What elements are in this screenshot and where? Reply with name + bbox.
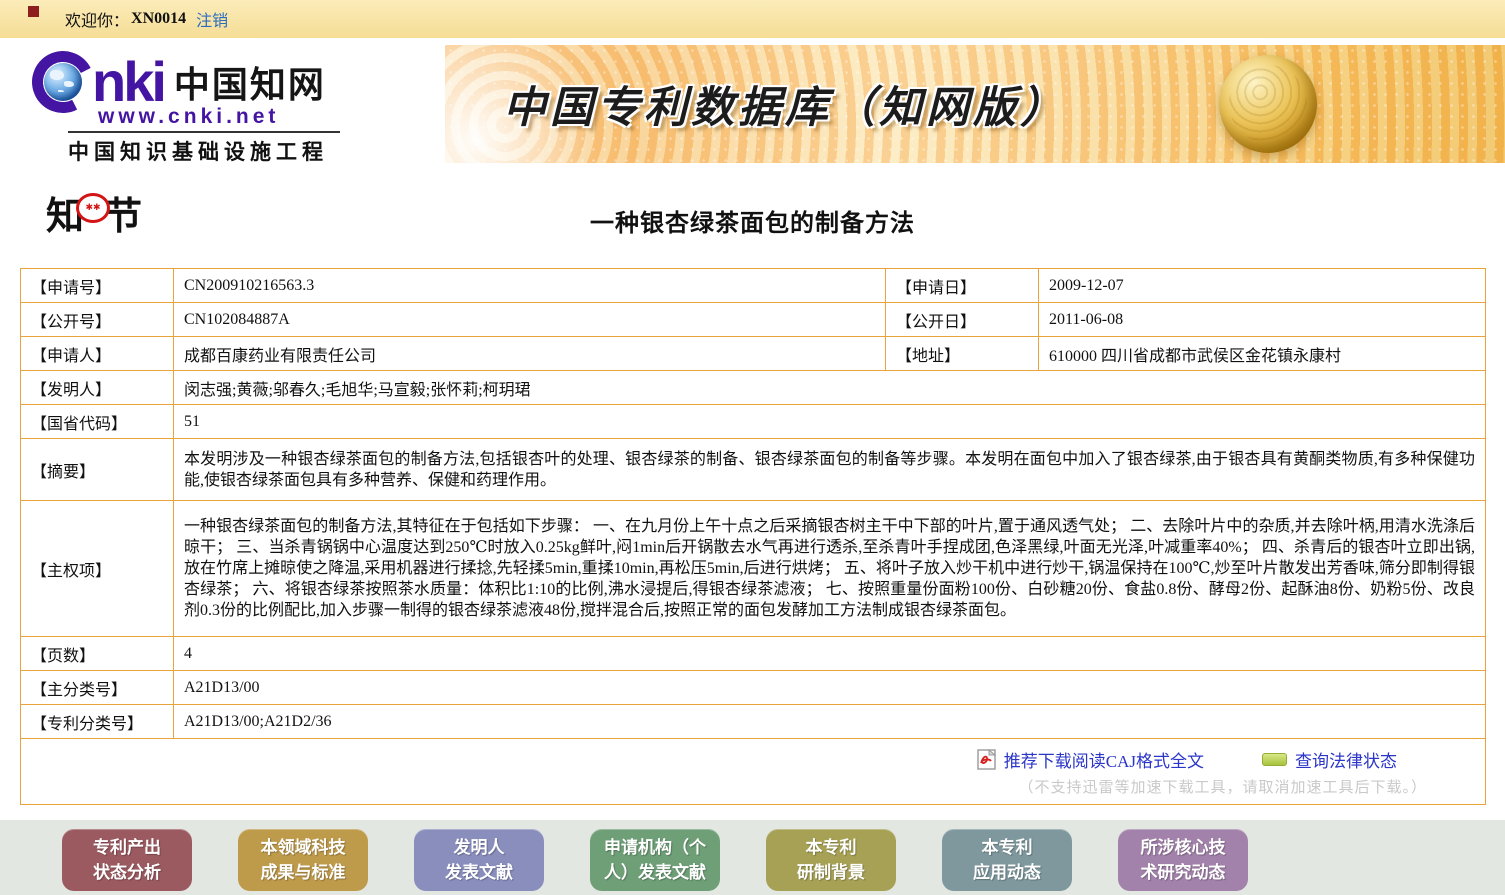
field-value-address: 610000 四川省成都市武侯区金花镇永康村 — [1039, 337, 1486, 371]
knowledge-node-logo[interactable]: 知 ✱✱ 节 — [46, 185, 142, 240]
legal-status-link[interactable]: 查询法律状态 — [1262, 747, 1397, 772]
logo-divider — [68, 131, 340, 133]
banner-art: 中国专利数据库（知网版） — [445, 45, 1505, 163]
field-value-province-code: 51 — [174, 405, 1486, 439]
table-row: 【公开号】 CN102084887A 【公开日】 2011-06-08 — [21, 303, 1486, 337]
field-achievements-standards-button[interactable]: 本领域科技 成果与标准 — [238, 829, 368, 891]
logout-link[interactable]: 注销 — [196, 7, 228, 31]
field-value-pages: 4 — [174, 637, 1486, 671]
table-row: 【主权项】 一种银杏绿茶面包的制备方法,其特征在于包括如下步骤： 一、在九月份上… — [21, 501, 1486, 637]
field-label-application-number: 【申请号】 — [21, 269, 174, 303]
welcome-bar: 欢迎你： XN0014 注销 — [0, 0, 1505, 38]
field-value-application-date: 2009-12-07 — [1039, 269, 1486, 303]
field-label-main-claim: 【主权项】 — [21, 501, 174, 637]
title-row: 知 ✱✱ 节 一种银杏绿茶面包的制备方法 — [0, 163, 1505, 268]
table-row: 【页数】 4 — [21, 637, 1486, 671]
field-value-abstract: 本发明涉及一种银杏绿茶面包的制备方法,包括银杏叶的处理、银杏绿茶的制备、银杏绿茶… — [174, 439, 1486, 501]
table-row: 【申请人】 成都百康药业有限责任公司 【地址】 610000 四川省成都市武侯区… — [21, 337, 1486, 371]
download-caj-link[interactable]: 推荐下载阅读CAJ格式全文 — [977, 747, 1204, 772]
username: XN0014 — [131, 10, 186, 28]
field-value-patent-classification: A21D13/00;A21D2/36 — [174, 705, 1486, 739]
database-banner-title: 中国专利数据库（知网版） — [503, 73, 1067, 135]
legal-status-icon — [1262, 753, 1287, 766]
pdf-file-icon — [977, 749, 996, 770]
cnki-cn-name: 中国知网 — [174, 56, 326, 108]
table-row: 【摘要】 本发明涉及一种银杏绿茶面包的制备方法,包括银杏叶的处理、银杏绿茶的制备… — [21, 439, 1486, 501]
page-title: 一种银杏绿茶面包的制备方法 — [0, 163, 1505, 238]
applicant-publications-button[interactable]: 申请机构（个 人）发表文献 — [590, 829, 720, 891]
field-label-publication-date: 【公开日】 — [886, 303, 1039, 337]
field-value-application-number: CN200910216563.3 — [174, 269, 886, 303]
table-row: 【发明人】 闵志强;黄薇;邬春久;毛旭华;马宣毅;张怀莉;柯玥珺 — [21, 371, 1486, 405]
core-technology-research-button[interactable]: 所涉核心技 术研究动态 — [1118, 829, 1248, 891]
download-note: （不支持迅雷等加速下载工具，请取消加速工具后下载。） — [31, 776, 1475, 797]
cnki-globe-icon — [32, 51, 94, 113]
field-label-application-date: 【申请日】 — [886, 269, 1039, 303]
field-label-inventors: 【发明人】 — [21, 371, 174, 405]
inventor-publications-button[interactable]: 发明人 发表文献 — [414, 829, 544, 891]
field-value-publication-number: CN102084887A — [174, 303, 886, 337]
cnki-brand-text: nki — [92, 54, 164, 110]
field-label-address: 【地址】 — [886, 337, 1039, 371]
field-value-publication-date: 2011-06-08 — [1039, 303, 1486, 337]
corner-marker-icon — [28, 6, 39, 17]
field-label-patent-classification: 【专利分类号】 — [21, 705, 174, 739]
patent-detail-table: 【申请号】 CN200910216563.3 【申请日】 2009-12-07 … — [20, 268, 1486, 805]
table-row: 【主分类号】 A21D13/00 — [21, 671, 1486, 705]
patent-development-background-button[interactable]: 本专利 研制背景 — [766, 829, 896, 891]
table-row: 【专利分类号】 A21D13/00;A21D2/36 — [21, 705, 1486, 739]
field-label-pages: 【页数】 — [21, 637, 174, 671]
links-cell: 推荐下载阅读CAJ格式全文 查询法律状态 （不支持迅雷等加速下载工具，请取消加速… — [21, 739, 1486, 805]
red-seal-icon: ✱✱ — [76, 193, 110, 223]
field-label-applicant: 【申请人】 — [21, 337, 174, 371]
field-label-province-code: 【国省代码】 — [21, 405, 174, 439]
legal-status-label: 查询法律状态 — [1295, 747, 1397, 772]
download-caj-label: 推荐下载阅读CAJ格式全文 — [1004, 747, 1204, 772]
field-label-main-classification: 【主分类号】 — [21, 671, 174, 705]
field-value-applicant: 成都百康药业有限责任公司 — [174, 337, 886, 371]
cnki-subtitle: 中国知识基础设施工程 — [68, 136, 445, 166]
table-row-links: 推荐下载阅读CAJ格式全文 查询法律状态 （不支持迅雷等加速下载工具，请取消加速… — [21, 739, 1486, 805]
node-char-2: 节 — [104, 185, 142, 240]
field-value-main-classification: A21D13/00 — [174, 671, 1486, 705]
banner: nki 中国知网 www.cnki.net 中国知识基础设施工程 中国专利数据库… — [0, 45, 1505, 163]
cnki-url: www.cnki.net — [98, 105, 445, 129]
field-label-publication-number: 【公开号】 — [21, 303, 174, 337]
field-value-inventors: 闵志强;黄薇;邬春久;毛旭华;马宣毅;张怀莉;柯玥珺 — [174, 371, 1486, 405]
cnki-logo[interactable]: nki 中国知网 www.cnki.net 中国知识基础设施工程 — [0, 45, 445, 163]
patent-output-analysis-button[interactable]: 专利产出 状态分析 — [62, 829, 192, 891]
table-row: 【国省代码】 51 — [21, 405, 1486, 439]
welcome-label: 欢迎你： — [65, 7, 129, 31]
golden-sphere-icon — [1219, 55, 1317, 153]
table-row: 【申请号】 CN200910216563.3 【申请日】 2009-12-07 — [21, 269, 1486, 303]
patent-application-trends-button[interactable]: 本专利 应用动态 — [942, 829, 1072, 891]
footer-button-bar: 专利产出 状态分析 本领域科技 成果与标准 发明人 发表文献 申请机构（个 人）… — [0, 820, 1505, 895]
field-label-abstract: 【摘要】 — [21, 439, 174, 501]
field-value-main-claim: 一种银杏绿茶面包的制备方法,其特征在于包括如下步骤： 一、在九月份上午十点之后采… — [174, 501, 1486, 637]
